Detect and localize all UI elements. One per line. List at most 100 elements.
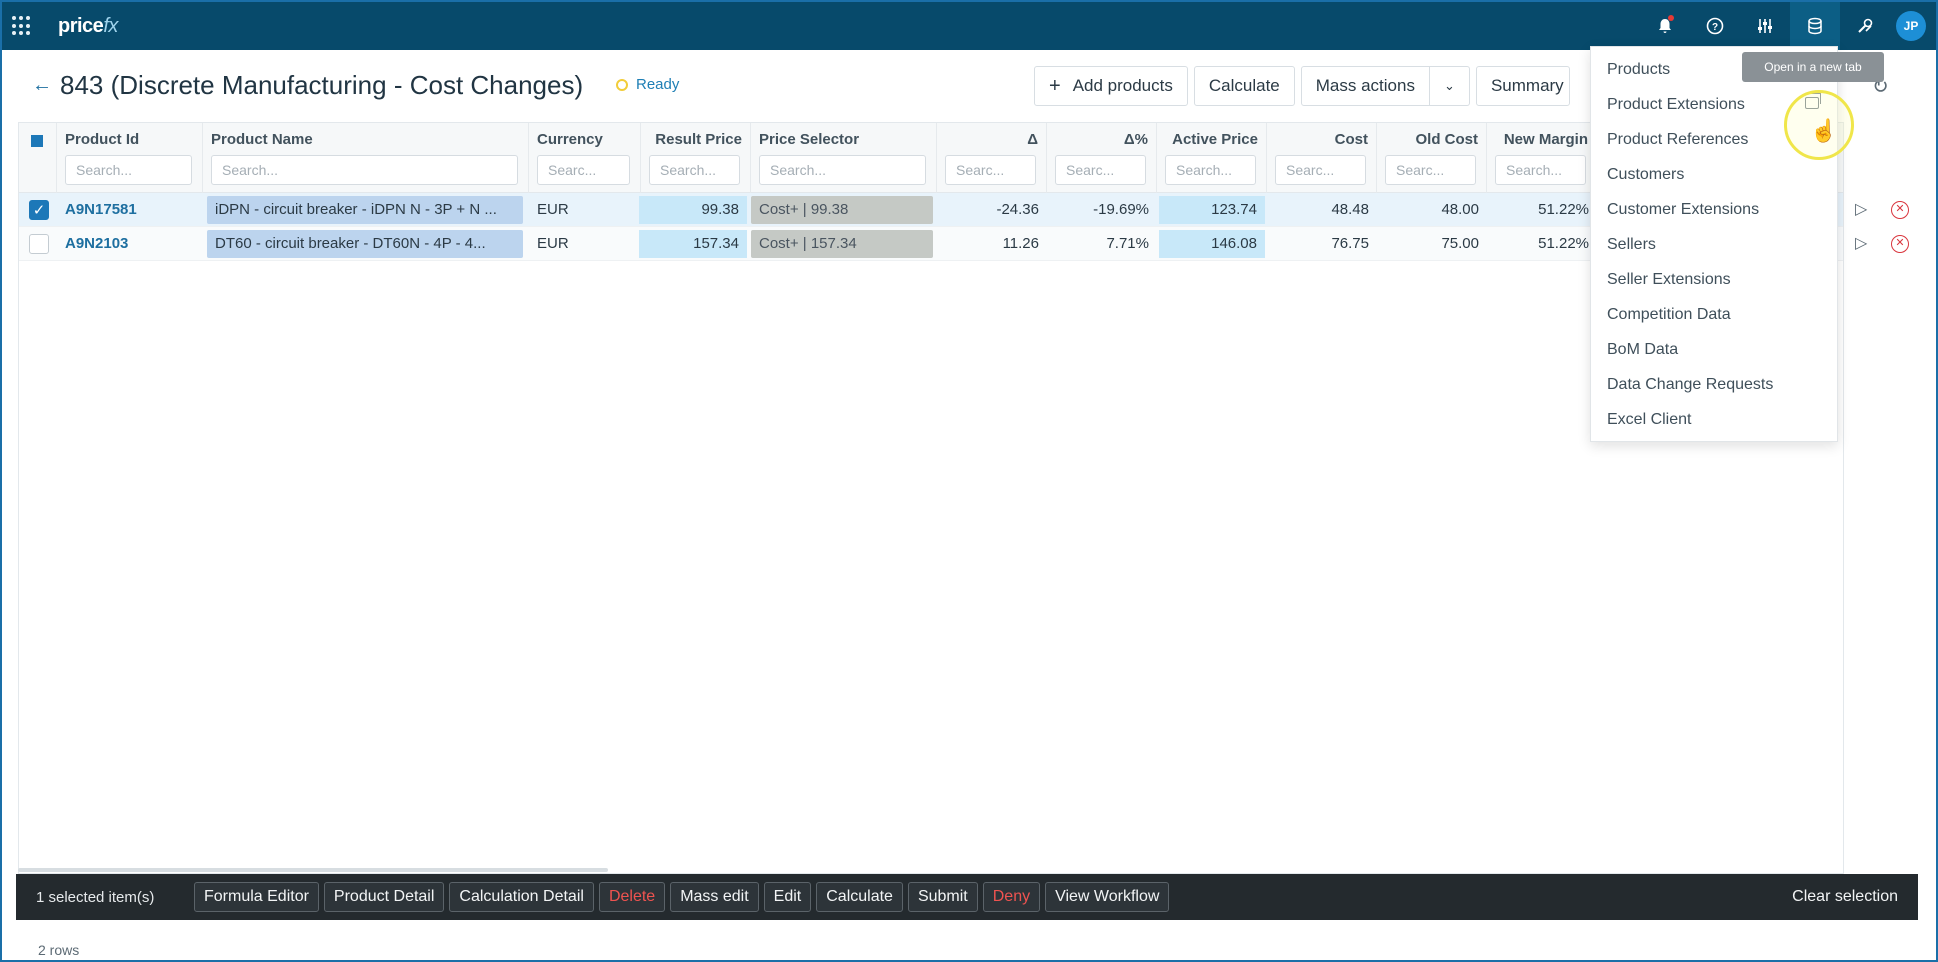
result-price-cell[interactable]: 157.34 [639,230,747,258]
help-icon[interactable]: ? [1690,2,1740,50]
column-result-price[interactable]: Result Price [641,123,751,193]
menu-item-competition-data[interactable]: Competition Data [1607,306,1731,324]
app-launcher-icon[interactable] [12,16,32,36]
column-new-margin[interactable]: New Margin [1487,123,1597,193]
active-price-cell[interactable]: 123.74 [1159,196,1265,224]
edit-button[interactable]: Edit [763,882,812,912]
user-avatar[interactable]: JP [1896,11,1926,41]
price-selector-filter-input[interactable] [759,155,926,185]
column-label: Old Cost [1415,131,1479,148]
mass-actions-dropdown-chevron-icon[interactable]: ⌄ [1429,66,1470,106]
settings-sliders-icon[interactable] [1740,2,1790,50]
calculate-button[interactable]: Calculate [1193,66,1295,106]
column-product-name[interactable]: Product Name [203,123,529,193]
cost-filter-input[interactable] [1275,155,1366,185]
product-id-filter-input[interactable] [65,155,192,185]
cost-cell: 48.48 [1331,201,1369,218]
calculate-selected-button[interactable]: Calculate [816,882,903,912]
old-cost-cell: 75.00 [1441,235,1479,252]
active-price-cell[interactable]: 146.08 [1159,230,1265,258]
product-id-link[interactable]: A9N2103 [57,230,203,258]
cost-cell: 76.75 [1331,235,1369,252]
back-arrow-icon[interactable]: ← [32,74,52,97]
delete-button[interactable]: Delete [598,882,666,912]
select-all-checkbox[interactable] [31,135,43,147]
horizontal-scrollbar[interactable] [18,868,608,872]
status-label: Ready [636,76,680,93]
remove-row-icon[interactable]: ✕ [1891,235,1909,253]
result-price-cell[interactable]: 99.38 [639,196,747,224]
column-label: Δ [1027,131,1038,148]
products-grid: Product Id Product Name Currency Result … [18,122,1909,874]
deny-button[interactable]: Deny [982,882,1041,912]
send-icon[interactable]: ▷ [1855,233,1867,253]
old-cost-filter-input[interactable] [1385,155,1476,185]
currency-cell: EUR [537,201,569,218]
column-delta-percent[interactable]: Δ% [1047,123,1157,193]
product-name-filter-input[interactable] [211,155,518,185]
summary-button[interactable]: Summary [1475,66,1570,106]
column-active-price[interactable]: Active Price [1157,123,1267,193]
product-detail-button[interactable]: Product Detail [323,882,445,912]
delta-filter-input[interactable] [945,155,1036,185]
menu-item-products[interactable]: Products [1607,61,1670,79]
remove-row-icon[interactable]: ✕ [1891,201,1909,219]
menu-item-bom-data[interactable]: BoM Data [1607,341,1678,359]
top-navigation-bar: pricefx ? JP [2,2,1936,50]
selected-count: 1 selected item(s) [36,888,155,906]
column-delta[interactable]: Δ [937,123,1047,193]
menu-item-product-extensions[interactable]: Product Extensions [1607,96,1745,114]
menu-item-excel-client[interactable]: Excel Client [1607,411,1691,429]
new-margin-cell: 51.22% [1538,201,1589,218]
calculation-detail-button[interactable]: Calculation Detail [449,882,594,912]
add-products-button[interactable]: + Add products [1034,66,1188,106]
master-data-icon[interactable] [1790,2,1840,50]
table-row[interactable]: ✓ A9N17581 iDPN - circuit breaker - iDPN… [19,193,1909,227]
column-currency[interactable]: Currency [529,123,641,193]
row-checkbox[interactable] [29,234,49,254]
menu-item-customer-extensions[interactable]: Customer Extensions [1607,201,1759,219]
formula-editor-button[interactable]: Formula Editor [194,882,319,912]
hand-cursor-icon: ☝ [1810,118,1838,143]
delta-cell: -24.36 [996,201,1039,218]
price-selector-cell[interactable]: Cost+ | 157.34 [751,230,933,258]
column-label: New Margin [1503,131,1588,148]
menu-item-data-change-requests[interactable]: Data Change Requests [1607,376,1773,394]
status-indicator: Ready [616,76,679,93]
column-label: Product Id [65,131,140,148]
column-price-selector[interactable]: Price Selector [751,123,937,193]
result-price-filter-input[interactable] [649,155,740,185]
notifications-bell-icon[interactable] [1640,2,1690,50]
table-row[interactable]: A9N2103 DT60 - circuit breaker - DT60N -… [19,227,1909,261]
row-checkbox[interactable]: ✓ [29,200,49,220]
menu-item-sellers[interactable]: Sellers [1607,236,1656,254]
product-name-cell[interactable]: iDPN - circuit breaker - iDPN N - 3P + N… [207,196,523,224]
mass-edit-button[interactable]: Mass edit [670,882,759,912]
logo[interactable]: pricefx [58,15,118,38]
menu-item-product-references[interactable]: Product References [1607,131,1748,149]
column-old-cost[interactable]: Old Cost [1377,123,1487,193]
new-margin-filter-input[interactable] [1495,155,1586,185]
delta-percent-filter-input[interactable] [1055,155,1146,185]
send-icon[interactable]: ▷ [1855,199,1867,219]
svg-text:?: ? [1712,22,1718,33]
column-cost[interactable]: Cost [1267,123,1377,193]
column-product-id[interactable]: Product Id [57,123,203,193]
submit-button[interactable]: Submit [907,882,978,912]
menu-item-customers[interactable]: Customers [1607,166,1684,184]
product-name-cell[interactable]: DT60 - circuit breaker - DT60N - 4P - 4.… [207,230,523,258]
clear-selection-button[interactable]: Clear selection [1792,888,1898,906]
product-id-link[interactable]: A9N17581 [57,196,203,224]
currency-filter-input[interactable] [537,155,630,185]
notification-dot [1668,15,1674,21]
column-label: Δ% [1123,131,1148,148]
tools-icon[interactable] [1840,2,1890,50]
price-selector-cell[interactable]: Cost+ | 99.38 [751,196,933,224]
active-price-filter-input[interactable] [1165,155,1256,185]
menu-item-seller-extensions[interactable]: Seller Extensions [1607,271,1731,289]
delta-percent-cell: -19.69% [1093,201,1149,218]
status-ring-icon [616,78,628,91]
view-workflow-button[interactable]: View Workflow [1045,882,1170,912]
new-margin-cell: 51.22% [1538,235,1589,252]
mass-actions-button[interactable]: Mass actions [1300,66,1430,106]
